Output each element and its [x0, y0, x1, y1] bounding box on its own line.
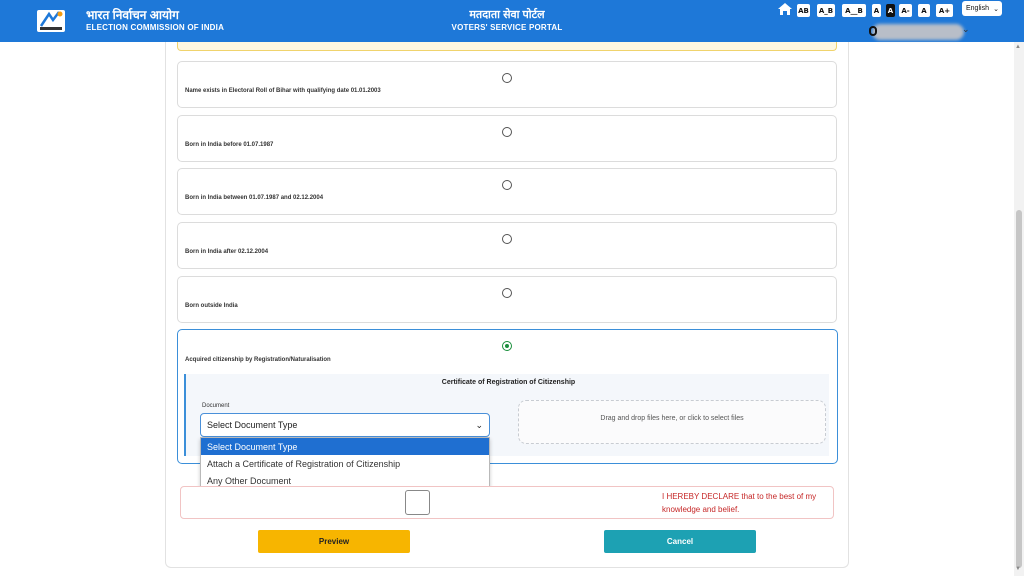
document-label: Document [202, 403, 230, 409]
toolbar-spacing-2-button[interactable]: A_B [817, 4, 835, 17]
toolbar-increase-font-button[interactable]: A+ [936, 4, 953, 17]
top-header: भारत निर्वाचन आयोग ELECTION COMMISSION O… [0, 0, 1024, 42]
user-menu-chevron-icon[interactable]: ⌄ [962, 24, 970, 35]
option-born-1987-2004[interactable]: Born in India between 01.07.1987 and 02.… [177, 168, 837, 215]
option-born-after-2004[interactable]: Born in India after 02.12.2004 [177, 222, 837, 269]
toolbar-spacing-3-button[interactable]: A__B [842, 4, 866, 17]
scrollbar-thumb[interactable] [1016, 210, 1022, 568]
toolbar-dark-contrast-button[interactable]: A [886, 4, 895, 17]
scroll-down-icon[interactable]: ▼ [1015, 566, 1021, 572]
cancel-button[interactable]: Cancel [604, 530, 756, 553]
declaration-checkbox[interactable] [405, 490, 430, 515]
notice-box [177, 42, 837, 51]
toolbar-light-contrast-button[interactable]: A [872, 4, 881, 17]
scroll-up-icon[interactable]: ▲ [1015, 44, 1021, 50]
language-value: English [966, 5, 989, 12]
document-type-value: Select Document Type [207, 420, 298, 430]
radio-button[interactable] [502, 127, 512, 137]
option-label: Acquired citizenship by Registration/Nat… [185, 357, 331, 363]
toolbar-normal-font-button[interactable]: A [918, 4, 930, 17]
option-label: Born in India before 01.07.1987 [185, 142, 274, 148]
radio-button[interactable] [502, 288, 512, 298]
option-born-before-1987[interactable]: Born in India before 01.07.1987 [177, 115, 837, 162]
file-dropzone[interactable]: Drag and drop files here, or click to se… [518, 400, 826, 444]
dropzone-text: Drag and drop files here, or click to se… [600, 415, 744, 422]
portal-title-hindi: मतदाता सेवा पोर्टल [469, 9, 545, 21]
radio-button-selected[interactable] [502, 341, 512, 351]
portal-branding: मतदाता सेवा पोर्टल VOTERS' SERVICE PORTA… [430, 8, 584, 34]
toolbar-spacing-1-button[interactable]: AB [797, 4, 810, 17]
eci-branding[interactable]: भारत निर्वाचन आयोग ELECTION COMMISSION O… [86, 8, 224, 34]
user-name-redacted[interactable] [872, 24, 964, 40]
eci-title-hindi: भारत निर्वाचन आयोग [86, 8, 179, 22]
language-select[interactable]: English ⌄ [962, 1, 1002, 16]
user-icon [869, 26, 877, 36]
declaration-text: I HEREBY DECLARE that to the best of my … [662, 492, 817, 514]
option-label: Name exists in Electoral Roll of Bihar w… [185, 88, 381, 94]
document-type-select[interactable]: Select Document Type ⌄ [200, 413, 490, 437]
option-label: Born in India between 01.07.1987 and 02.… [185, 195, 324, 201]
eci-title-english: ELECTION COMMISSION OF INDIA [86, 23, 225, 32]
certificate-title: Certificate of Registration of Citizensh… [441, 379, 576, 386]
option-label: Born in India after 02.12.2004 [185, 249, 269, 255]
option-born-outside-india[interactable]: Born outside India [177, 276, 837, 323]
radio-button[interactable] [502, 180, 512, 190]
eci-logo-icon [37, 10, 65, 32]
portal-title-english: VOTERS' SERVICE PORTAL [451, 23, 563, 32]
home-icon[interactable] [777, 2, 793, 16]
chevron-down-icon: ⌄ [993, 5, 999, 13]
option-electoral-roll-bihar[interactable]: Name exists in Electoral Roll of Bihar w… [177, 61, 837, 108]
radio-button[interactable] [502, 73, 512, 83]
dropdown-option[interactable]: Select Document Type [201, 438, 489, 455]
dropdown-option[interactable]: Attach a Certificate of Registration of … [201, 455, 489, 472]
toolbar-decrease-font-button[interactable]: A- [899, 4, 912, 17]
radio-button[interactable] [502, 234, 512, 244]
option-label: Born outside India [185, 303, 238, 309]
preview-button[interactable]: Preview [258, 530, 410, 553]
document-type-dropdown: Select Document Type Attach a Certificat… [200, 437, 490, 489]
chevron-down-icon: ⌄ [475, 419, 483, 430]
